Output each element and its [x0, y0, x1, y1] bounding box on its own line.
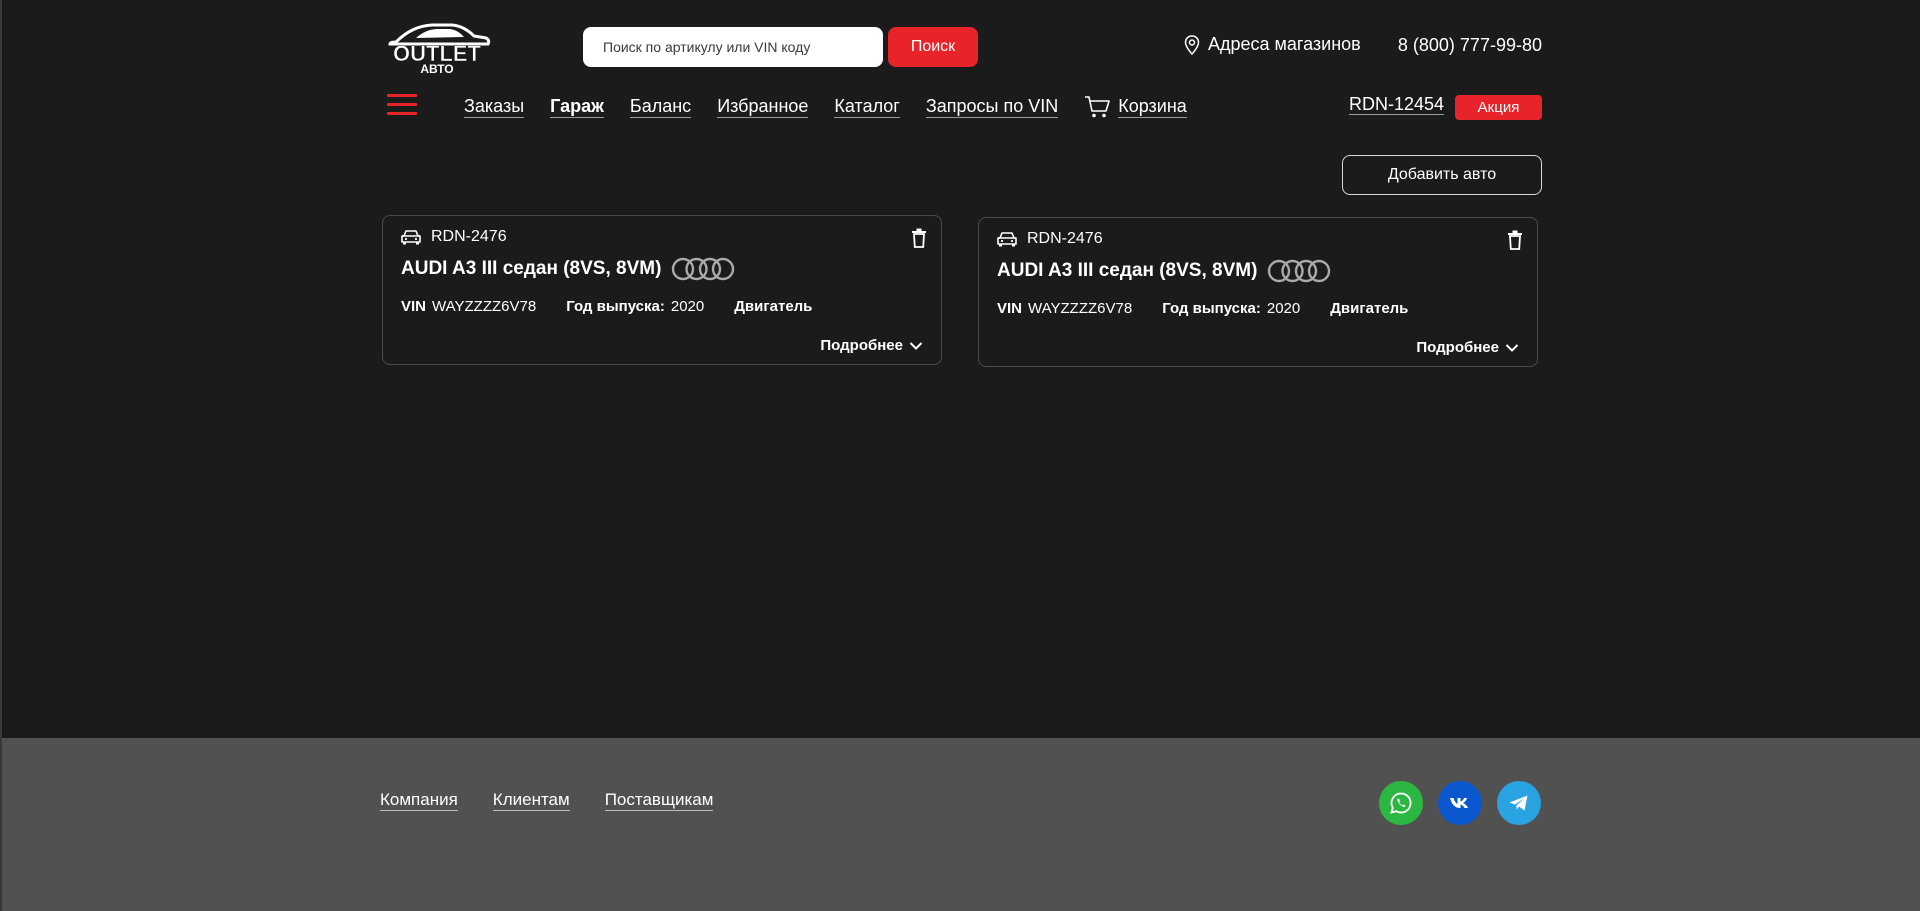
add-car-button[interactable]: Добавить авто: [1342, 155, 1542, 195]
nav-item-orders[interactable]: Заказы: [464, 96, 525, 118]
engine-field: Двигатель: [734, 298, 813, 315]
footer-link-suppliers[interactable]: Поставщикам: [604, 790, 714, 811]
whatsapp-icon[interactable]: [1379, 781, 1423, 825]
stores-label: Адреса магазинов: [1208, 34, 1361, 54]
chevron-down-icon: [909, 341, 923, 350]
search-input[interactable]: [603, 39, 863, 55]
cart-icon: [1085, 96, 1111, 118]
audi-logo-icon: [672, 257, 735, 281]
trash-icon[interactable]: [1507, 230, 1523, 250]
search-box: [583, 27, 883, 67]
phone-number[interactable]: 8 (800) 777-99-80: [1398, 35, 1542, 56]
chevron-down-icon: [1505, 343, 1519, 352]
stores-link[interactable]: Адреса магазинов: [1184, 34, 1361, 55]
vk-icon[interactable]: [1438, 781, 1482, 825]
telegram-icon[interactable]: [1497, 781, 1541, 825]
footer-links: Компания Клиентам Поставщикам: [380, 790, 714, 811]
more-details-toggle[interactable]: Подробнее: [1416, 339, 1519, 356]
year-field: Год выпуска: 2020: [1162, 300, 1301, 317]
vin-field: VIN WAYZZZZ6V78: [401, 298, 537, 315]
car-icon: [997, 232, 1017, 247]
nav-item-favorites[interactable]: Избранное: [717, 96, 809, 118]
cart-label[interactable]: Корзина: [1118, 96, 1187, 118]
car-title: AUDI A3 III седан (8VS, 8VM): [401, 258, 662, 279]
search-button[interactable]: Поиск: [888, 27, 978, 67]
social-links: [1379, 781, 1541, 825]
car-icon: [401, 230, 421, 245]
menu-icon[interactable]: [387, 94, 417, 116]
logo-subtext: АВТО: [420, 62, 453, 74]
garage-car-card: RDN-2476 AUDI A3 III седан (8VS, 8VM) VI…: [382, 215, 942, 365]
location-pin-icon: [1184, 34, 1200, 55]
year-field: Год выпуска: 2020: [566, 298, 705, 315]
main-nav: Заказы Гараж Баланс Избранное Каталог За…: [464, 95, 1187, 119]
account-id-link[interactable]: RDN-12454: [1348, 94, 1444, 115]
nav-item-garage[interactable]: Гараж: [550, 96, 604, 118]
audi-logo-icon: [1268, 259, 1331, 283]
nav-item-balance[interactable]: Баланс: [629, 96, 692, 118]
engine-field: Двигатель: [1330, 300, 1409, 317]
promo-badge[interactable]: Акция: [1455, 95, 1542, 120]
nav-item-vin-requests[interactable]: Запросы по VIN: [925, 96, 1059, 118]
cart-link[interactable]: Корзина: [1084, 95, 1187, 119]
footer: Компания Клиентам Поставщикам: [2, 738, 1920, 911]
more-details-toggle[interactable]: Подробнее: [820, 337, 923, 354]
car-title: AUDI A3 III седан (8VS, 8VM): [997, 260, 1258, 281]
footer-link-company[interactable]: Компания: [380, 790, 458, 811]
trash-icon[interactable]: [911, 228, 927, 248]
outlet-avto-logo[interactable]: OUTLET АВТО: [382, 20, 492, 74]
car-id: RDN-2476: [1027, 230, 1103, 247]
footer-link-clients[interactable]: Клиентам: [492, 790, 570, 811]
vin-field: VIN WAYZZZZ6V78: [997, 300, 1133, 317]
nav-item-catalog[interactable]: Каталог: [834, 96, 900, 118]
garage-car-card: RDN-2476 AUDI A3 III седан (8VS, 8VM) VI…: [978, 217, 1538, 367]
car-id: RDN-2476: [431, 228, 507, 245]
